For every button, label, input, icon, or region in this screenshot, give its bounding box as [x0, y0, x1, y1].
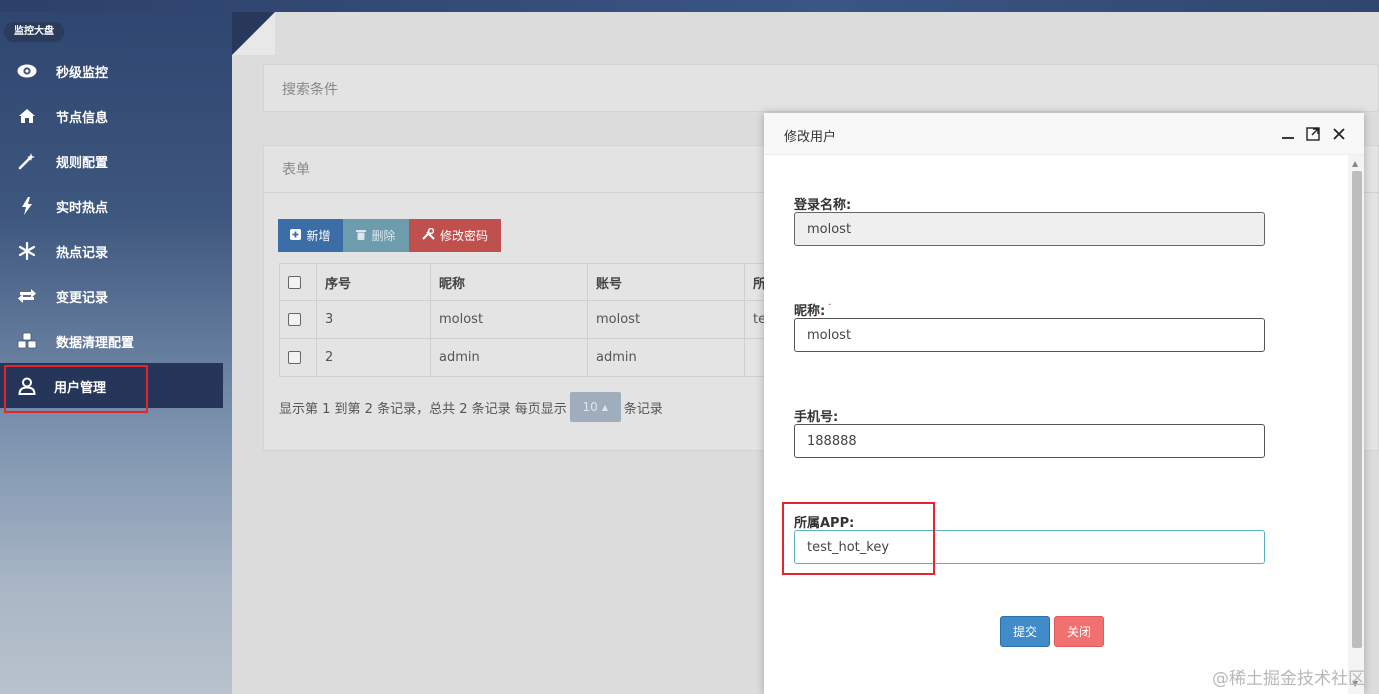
row-select-cell: [279, 300, 317, 339]
cell-account: molost: [587, 300, 745, 339]
modal-scrollbar[interactable]: ▲ ▼: [1348, 155, 1364, 694]
brand-badge[interactable]: 监控大盘: [4, 22, 64, 42]
phone-field[interactable]: [794, 424, 1265, 458]
column-header-account[interactable]: 账号: [587, 263, 745, 301]
login-name-field[interactable]: [794, 212, 1265, 246]
cell-seq: 3: [316, 300, 431, 339]
close-icon[interactable]: [1331, 126, 1347, 142]
change-password-button[interactable]: 修改密码: [409, 219, 501, 252]
table-header-row: 序号 昵称 账号 所: [279, 263, 776, 301]
sidebar-item-hot-records[interactable]: 热点记录: [0, 228, 223, 273]
sidebar-item-label: 热点记录: [56, 246, 109, 261]
add-button[interactable]: 新增: [278, 219, 343, 252]
trash-icon: [356, 229, 367, 243]
modal-header[interactable]: 修改用户: [764, 113, 1364, 155]
sidebar-item-second-monitor[interactable]: 秒级监控: [0, 48, 223, 93]
edit-user-modal: 修改用户 ▲ ▼ 登录名称: 昵称:· 手机号: 所属APP: 提交 关闭: [764, 113, 1364, 694]
highlight-box-user-management: [4, 365, 148, 413]
tools-icon: [422, 227, 435, 243]
close-button[interactable]: 关闭: [1054, 616, 1104, 647]
submit-button[interactable]: 提交: [1000, 616, 1050, 647]
row-checkbox[interactable]: [288, 351, 301, 364]
collapse-toggle[interactable]: [232, 12, 275, 55]
delete-button[interactable]: 删除: [343, 219, 409, 252]
table-row[interactable]: 3 molost molost te: [279, 300, 776, 339]
plus-square-icon: [290, 228, 302, 243]
cell-nickname: molost: [430, 300, 588, 339]
scroll-up-icon[interactable]: ▲: [1352, 159, 1358, 168]
maximize-icon[interactable]: [1305, 126, 1321, 142]
delete-button-label: 删除: [371, 229, 396, 243]
cell-seq: 2: [316, 338, 431, 377]
required-mark: ·: [828, 300, 832, 311]
select-all-checkbox[interactable]: [288, 275, 301, 289]
sidebar-item-change-records[interactable]: 变更记录: [0, 273, 223, 318]
sidebar-item-label: 变更记录: [56, 291, 109, 306]
sidebar-item-label: 秒级监控: [56, 66, 109, 81]
bolt-icon: [17, 196, 37, 216]
row-select-cell: [279, 338, 317, 377]
highlight-box-app-field: [782, 502, 935, 575]
sidebar-item-rule-config[interactable]: 规则配置: [0, 138, 223, 183]
table-row[interactable]: 2 admin admin: [279, 338, 776, 377]
select-all-cell: [279, 263, 317, 301]
cubes-icon: [17, 331, 37, 351]
add-button-label: 新增: [306, 229, 331, 243]
page-size-select[interactable]: 10 ▲: [569, 392, 621, 422]
snowflake-icon: [17, 241, 37, 261]
home-icon: [17, 106, 37, 126]
eye-icon: [17, 61, 37, 81]
top-bar: [0, 0, 1379, 12]
form-panel-title: 表单: [282, 162, 310, 178]
exchange-icon: [17, 286, 37, 306]
nickname-label: 昵称: ·: [794, 300, 831, 319]
cell-nickname: admin: [430, 338, 588, 377]
sidebar-item-data-cleanup[interactable]: 数据清理配置: [0, 318, 223, 363]
sidebar-item-node-info[interactable]: 节点信息: [0, 93, 223, 138]
sidebar-item-realtime-hot[interactable]: 实时热点: [0, 183, 223, 228]
cell-account: admin: [587, 338, 745, 377]
sidebar-item-label: 数据清理配置: [56, 336, 135, 351]
search-panel-title[interactable]: 搜索条件: [282, 79, 338, 99]
user-table: 序号 昵称 账号 所 3 molost molost te 2 admin ad…: [279, 263, 776, 377]
page-size-value: 10: [582, 400, 598, 414]
sidebar-item-label: 节点信息: [56, 111, 109, 126]
pagination-suffix: 条记录: [623, 401, 663, 417]
scrollbar-thumb[interactable]: [1352, 171, 1362, 648]
column-header-seq[interactable]: 序号: [316, 263, 431, 301]
nickname-label-text: 昵称:: [794, 304, 826, 319]
caret-up-icon: ▲: [601, 402, 608, 412]
pagination-summary: 显示第 1 到第 2 条记录，总共 2 条记录 每页显示: [279, 401, 567, 417]
minimize-icon[interactable]: [1280, 126, 1296, 142]
sidebar-item-label: 规则配置: [56, 156, 109, 171]
watermark: @稀土掘金技术社区: [1212, 669, 1365, 689]
sidebar-item-label: 实时热点: [56, 201, 109, 216]
column-header-nickname[interactable]: 昵称: [430, 263, 588, 301]
sidebar: 监控大盘 秒级监控 节点信息 规则配置 实时热点 热点记录 变更记录 数据清理配…: [0, 12, 232, 694]
change-password-label: 修改密码: [439, 229, 488, 243]
row-checkbox[interactable]: [288, 313, 301, 326]
nickname-field[interactable]: [794, 318, 1265, 352]
search-panel: 搜索条件: [263, 64, 1379, 112]
login-name-label: 登录名称:: [794, 198, 852, 213]
modal-title: 修改用户: [784, 130, 837, 145]
magic-wand-icon: [17, 151, 37, 171]
phone-label: 手机号:: [794, 410, 839, 425]
pagination: 显示第 1 到第 2 条记录，总共 2 条记录 每页显示 10 ▲ 条记录: [279, 392, 663, 422]
